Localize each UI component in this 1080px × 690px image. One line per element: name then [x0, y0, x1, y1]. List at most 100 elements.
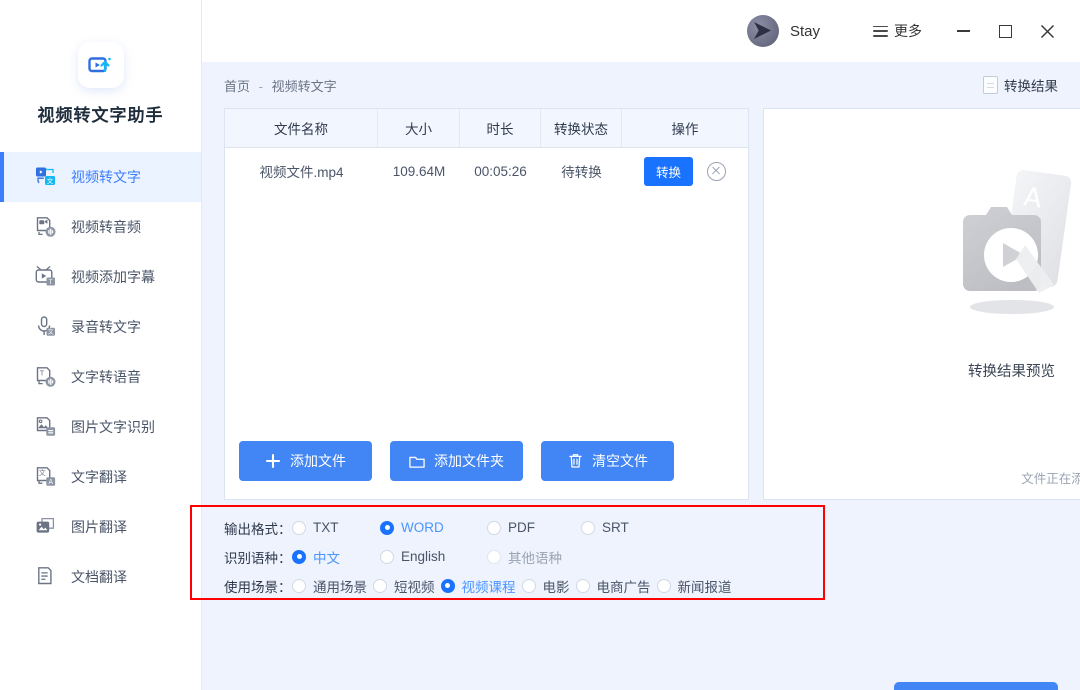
radio-label: SRT	[602, 520, 629, 535]
radio-format-srt[interactable]: SRT	[581, 520, 629, 535]
breadcrumb-current: 视频转文字	[272, 79, 337, 94]
language-row: 识别语种： 中文 English 其他语种	[224, 543, 824, 570]
maximize-icon	[999, 25, 1012, 38]
radio-label: TXT	[313, 520, 339, 535]
text-to-speech-icon: T	[34, 365, 58, 389]
radio-scene-news[interactable]: 新闻报道	[657, 576, 732, 596]
radio-dot-icon	[380, 521, 394, 535]
maximize-button[interactable]	[988, 14, 1022, 48]
video-text-preview-illustration: A	[924, 167, 1080, 342]
add-folder-button[interactable]: 添加文件夹	[390, 441, 523, 481]
sidebar-item-video-add-subtitle[interactable]: T 视频添加字幕	[0, 252, 201, 302]
radio-dot-icon	[373, 579, 387, 593]
user-name: Stay	[790, 23, 820, 40]
svg-text:T: T	[48, 279, 53, 286]
radio-dot-icon	[292, 579, 306, 593]
sidebar: 视频转文字助手 文 视频转文字	[0, 0, 202, 690]
radio-dot-icon	[487, 521, 501, 535]
cell-actions: 转换	[622, 148, 748, 194]
column-header-name: 文件名称	[225, 109, 378, 147]
output-format-label: 输出格式：	[224, 518, 292, 538]
main-area: Stay 更多 首页 - 视频转文字	[202, 0, 1080, 690]
radio-scene-movie[interactable]: 电影	[522, 576, 570, 596]
column-header-action: 操作	[622, 109, 748, 147]
radio-label: 新闻报道	[678, 576, 732, 596]
scene-label: 使用场景：	[224, 576, 292, 596]
radio-dot-icon	[380, 550, 394, 564]
video-to-text-logo	[78, 42, 124, 88]
sidebar-item-label: 视频转音频	[71, 217, 141, 237]
video-to-text-icon: 文	[34, 165, 58, 189]
svg-text:文: 文	[39, 468, 46, 477]
radio-language-other[interactable]: 其他语种	[487, 547, 562, 567]
radio-scene-ecommerce-ad[interactable]: 电商广告	[576, 576, 651, 596]
file-list-panel: 文件名称 大小 时长 转换状态 操作 视频文件.mp4 109.64M 00:0…	[224, 108, 749, 500]
radio-scene-general[interactable]: 通用场景	[292, 576, 367, 596]
start-conversion-button[interactable]: 开始转换	[894, 682, 1058, 690]
radio-label: 短视频	[394, 576, 435, 596]
close-circle-icon[interactable]	[707, 162, 726, 181]
clear-files-button[interactable]: 清空文件	[541, 441, 674, 481]
options-panel: 输出格式： TXT WORD PDF SRT	[224, 514, 824, 601]
more-menu-button[interactable]: 更多	[873, 21, 922, 41]
minimize-button[interactable]	[946, 14, 980, 48]
svg-text:T: T	[39, 370, 45, 378]
sidebar-item-label: 文档翻译	[71, 567, 127, 587]
radio-dot-icon	[292, 521, 306, 535]
radio-label: WORD	[401, 520, 444, 535]
radio-label: 中文	[313, 547, 340, 567]
radio-format-word[interactable]: WORD	[380, 520, 481, 535]
radio-format-pdf[interactable]: PDF	[487, 520, 575, 535]
sidebar-item-image-ocr[interactable]: 图片文字识别	[0, 402, 201, 452]
file-action-buttons: 添加文件 添加文件夹	[239, 441, 674, 481]
cell-file-size: 109.64M	[378, 148, 460, 194]
radio-label: 视频课程	[462, 576, 516, 596]
radio-label: 通用场景	[313, 576, 367, 596]
minimize-icon	[957, 30, 970, 32]
sidebar-item-label: 图片翻译	[71, 517, 127, 537]
sidebar-item-video-to-audio[interactable]: 视频转音频	[0, 202, 201, 252]
radio-label: 其他语种	[508, 547, 562, 567]
close-icon	[1040, 24, 1055, 39]
sidebar-item-text-to-speech[interactable]: T 文字转语音	[0, 352, 201, 402]
sidebar-item-label: 图片文字识别	[71, 417, 155, 437]
plus-icon	[265, 453, 281, 469]
radio-scene-course[interactable]: 视频课程	[441, 576, 516, 596]
radio-format-txt[interactable]: TXT	[292, 520, 374, 535]
sidebar-item-label: 录音转文字	[71, 317, 141, 337]
more-menu-label: 更多	[894, 21, 922, 41]
breadcrumb-separator: -	[259, 79, 263, 94]
table-row[interactable]: 视频文件.mp4 109.64M 00:05:26 待转换 转换	[225, 148, 748, 194]
radio-label: English	[401, 549, 445, 564]
document-translate-icon	[34, 565, 58, 589]
sidebar-item-image-translate[interactable]: 图片翻译	[0, 502, 201, 552]
sidebar-item-label: 文字转语音	[71, 367, 141, 387]
conversion-result-label: 转换结果	[1004, 75, 1058, 95]
close-button[interactable]	[1030, 14, 1064, 48]
radio-scene-shortvideo[interactable]: 短视频	[373, 576, 435, 596]
preview-content: A 转换结果预览	[764, 167, 1080, 381]
column-header-status: 转换状态	[541, 109, 622, 147]
sidebar-item-text-translate[interactable]: 文 A 文字翻译	[0, 452, 201, 502]
radio-language-chinese[interactable]: 中文	[292, 547, 374, 567]
radio-language-english[interactable]: English	[380, 549, 481, 564]
sidebar-item-audio-to-text[interactable]: 文 录音转文字	[0, 302, 201, 352]
image-ocr-icon	[34, 415, 58, 439]
convert-row-button[interactable]: 转换	[644, 157, 693, 186]
svg-text:文: 文	[47, 176, 54, 185]
radio-label: 电商广告	[597, 576, 651, 596]
avatar[interactable]	[747, 15, 779, 47]
sidebar-nav: 文 视频转文字	[0, 152, 201, 602]
add-file-button[interactable]: 添加文件	[239, 441, 372, 481]
sidebar-item-document-translate[interactable]: 文档翻译	[0, 552, 201, 602]
sidebar-item-video-to-text[interactable]: 文 视频转文字	[0, 152, 201, 202]
folder-icon	[409, 453, 425, 469]
content-area: 首页 - 视频转文字 转换结果 文件名称 大小 时长 转换状态 操作	[202, 62, 1080, 690]
preview-panel: A 转换结果预览 文件正在添加中，大文件要多等一会哦~	[763, 108, 1080, 500]
trash-icon	[567, 453, 583, 469]
breadcrumb-home[interactable]: 首页	[224, 79, 250, 94]
svg-text:文: 文	[48, 328, 54, 336]
conversion-result-button[interactable]: 转换结果	[983, 75, 1058, 95]
cell-duration: 00:05:26	[460, 148, 541, 194]
sidebar-item-label: 视频添加字幕	[71, 267, 155, 287]
